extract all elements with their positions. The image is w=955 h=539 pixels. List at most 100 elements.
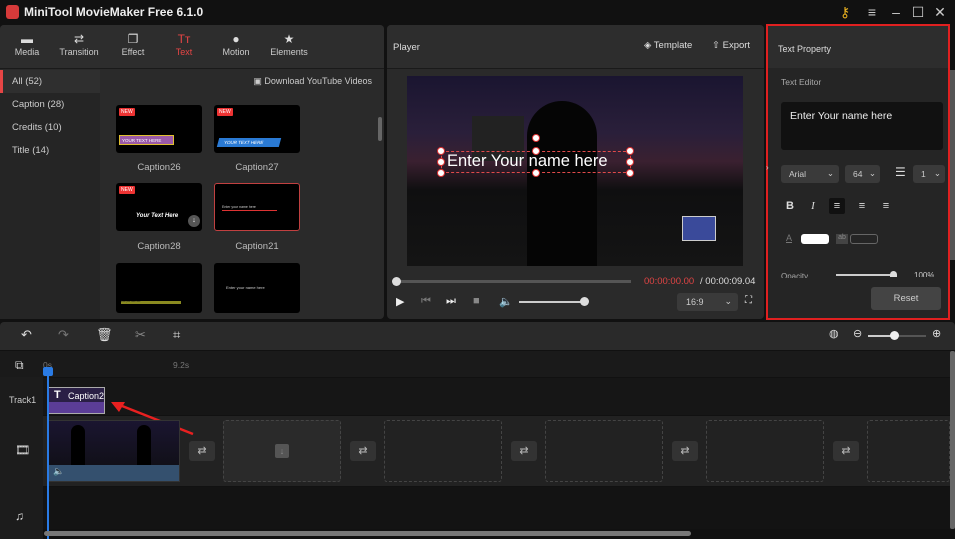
empty-clip-slot[interactable] — [706, 420, 824, 482]
transition-slot-button[interactable]: ⇄ — [511, 441, 537, 461]
key-icon[interactable]: ⚷ — [836, 3, 854, 21]
crop-icon[interactable]: ⌗ — [173, 327, 180, 343]
tab-elements[interactable]: ★ Elements — [263, 31, 315, 57]
empty-clip-slot[interactable] — [384, 420, 502, 482]
video-preview[interactable]: Enter Your name here — [407, 76, 743, 266]
volume-knob[interactable] — [580, 297, 589, 306]
download-youtube-link[interactable]: ▣ Download YouTube Videos — [253, 76, 372, 87]
export-button[interactable]: ⇧ Export — [712, 40, 750, 51]
background-color-swatch[interactable] — [850, 234, 878, 244]
category-credits[interactable]: Credits (10) — [0, 116, 100, 139]
empty-clip-slot[interactable]: ↓ — [223, 420, 341, 482]
tab-transition[interactable]: ⇄ Transition — [53, 31, 105, 57]
player-header: Player ◈ Template ⇧ Export — [387, 25, 764, 69]
text-editor-input[interactable]: Enter Your name here — [781, 102, 943, 150]
aspect-ratio-select[interactable]: 16:9 ⌄ — [677, 293, 738, 311]
tab-text[interactable]: Tт Text — [158, 31, 210, 57]
menu-icon[interactable]: ≡ — [863, 3, 881, 21]
text-color-swatch[interactable] — [801, 234, 829, 244]
delete-icon[interactable]: 🗑 — [96, 327, 113, 343]
resize-handle[interactable] — [626, 169, 634, 177]
timeline-ruler[interactable]: ⧉ 0s 9.2s — [0, 351, 955, 377]
collapse-panel-icon[interactable]: › — [766, 163, 772, 177]
zoom-knob[interactable] — [890, 331, 899, 340]
resize-handle[interactable] — [437, 158, 445, 166]
resize-handle[interactable] — [437, 147, 445, 155]
category-caption[interactable]: Caption (28) — [0, 93, 100, 116]
text-editor-label: Text Editor — [781, 77, 822, 87]
opacity-slider[interactable] — [836, 271, 897, 277]
category-title[interactable]: Title (14) — [0, 139, 100, 162]
resize-handle[interactable] — [532, 169, 540, 177]
align-right-icon[interactable]: ≡ — [878, 198, 894, 214]
video-clip[interactable]: 🔈 — [48, 420, 180, 482]
caption-clip[interactable]: T Caption2 — [48, 387, 105, 414]
transition-slot-button[interactable]: ⇄ — [672, 441, 698, 461]
empty-clip-slot[interactable] — [545, 420, 663, 482]
overlay-text[interactable]: Enter Your name here — [447, 152, 608, 171]
caption21-thumbnail[interactable]: Enter your name here — [214, 183, 300, 231]
caption28-thumbnail[interactable]: NEW Your Text Here ↓ — [116, 183, 202, 231]
fullscreen-icon[interactable]: ⛶ — [745, 295, 752, 306]
progress-knob[interactable] — [392, 277, 401, 286]
scissors-icon[interactable]: ✂ — [135, 327, 146, 343]
timeline-horizontal-scrollbar[interactable] — [44, 531, 691, 536]
category-all[interactable]: All (52) — [0, 70, 100, 93]
reset-button[interactable]: Reset — [871, 287, 941, 310]
transition-slot-button[interactable]: ⇄ — [833, 441, 859, 461]
resize-handle[interactable] — [437, 169, 445, 177]
undo-icon[interactable]: ↶ — [21, 327, 32, 343]
audio-track-row[interactable] — [43, 487, 950, 529]
tab-motion[interactable]: ● Motion — [210, 31, 262, 57]
previous-frame-icon[interactable]: ⏮ — [421, 295, 431, 308]
play-icon[interactable]: ▶ — [396, 295, 404, 308]
caption26-thumbnail[interactable]: NEW YOUR TEXT HERE — [116, 105, 202, 153]
library-scrollbar[interactable] — [378, 117, 382, 141]
bold-button[interactable]: B — [782, 198, 798, 214]
panel-scrollbar[interactable] — [950, 70, 955, 260]
transition-slot-button[interactable]: ⇄ — [350, 441, 376, 461]
redo-icon[interactable]: ↷ — [58, 327, 69, 343]
opacity-knob[interactable] — [890, 271, 897, 277]
app-title: MiniTool MovieMaker Free 6.1.0 — [24, 5, 204, 19]
align-center-icon[interactable]: ≡ — [854, 198, 870, 214]
add-track-icon[interactable]: ⧉ — [15, 358, 24, 373]
playhead-line[interactable] — [47, 368, 49, 539]
resize-handle[interactable] — [532, 147, 540, 155]
transition-slot-button[interactable]: ⇄ — [189, 441, 215, 461]
resize-handle[interactable] — [626, 147, 634, 155]
caption-thumbnail[interactable]: Enter your name here — [116, 263, 202, 313]
caption27-thumbnail[interactable]: NEW YOUR TEXT HERE — [214, 105, 300, 153]
volume-slider[interactable] — [519, 297, 589, 306]
volume-icon[interactable]: 🔈 — [53, 466, 64, 477]
caption-thumbnail[interactable]: Enter your name here — [214, 263, 300, 313]
zoom-in-icon[interactable]: ⊕ — [932, 327, 941, 340]
tab-effect[interactable]: ❐ Effect — [107, 31, 159, 57]
playhead-handle[interactable] — [43, 367, 53, 376]
close-icon[interactable]: ✕ — [931, 3, 949, 21]
empty-clip-slot[interactable] — [867, 420, 950, 482]
align-left-icon[interactable]: ≡ — [829, 198, 845, 214]
template-button[interactable]: ◈ Template — [644, 40, 692, 51]
app-logo-icon — [6, 5, 19, 19]
youtube-icon: ▣ — [253, 76, 265, 86]
line-spacing-select[interactable]: 1 ⌄ — [913, 165, 945, 183]
timeline-zoom-slider[interactable] — [868, 331, 926, 340]
playback-progress-bar[interactable] — [392, 277, 631, 286]
background-color-label: ab — [836, 234, 848, 244]
font-size-select[interactable]: 64 ⌄ — [845, 165, 880, 183]
volume-icon[interactable]: 🔈 — [499, 295, 513, 308]
next-frame-icon[interactable]: ⏭ — [446, 295, 456, 308]
font-select[interactable]: Arial ⌄ — [781, 165, 839, 183]
download-icon[interactable]: ↓ — [188, 215, 200, 227]
rotate-handle[interactable] — [532, 134, 540, 142]
zoom-out-icon[interactable]: ⊖ — [853, 327, 862, 340]
fit-timeline-icon[interactable]: ◍ — [829, 327, 839, 340]
maximize-icon[interactable]: ☐ — [909, 3, 927, 21]
tab-media[interactable]: ▬ Media — [1, 31, 53, 57]
italic-button[interactable]: I — [805, 198, 821, 214]
stop-icon[interactable]: ■ — [473, 295, 480, 307]
resize-handle[interactable] — [626, 158, 634, 166]
timeline-vertical-scrollbar[interactable] — [950, 351, 955, 529]
minimize-icon[interactable]: – — [887, 3, 905, 21]
